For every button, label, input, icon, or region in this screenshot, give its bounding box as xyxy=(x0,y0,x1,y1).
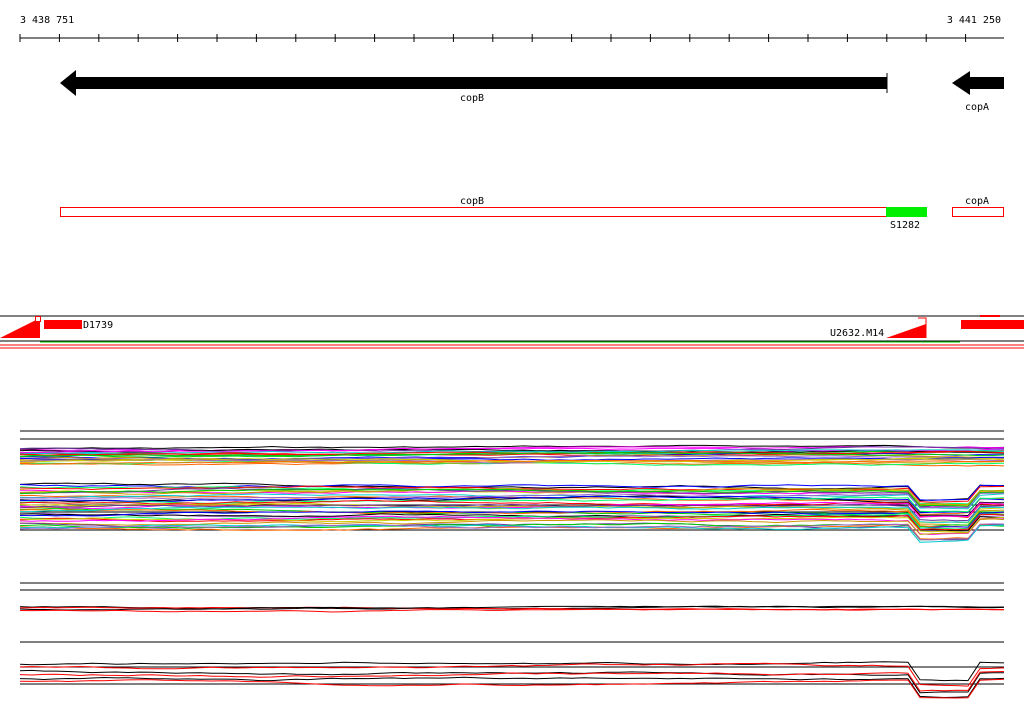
panel1-traces xyxy=(19,444,1005,543)
feature-box-d1739[interactable] xyxy=(44,320,82,329)
feature-track: D1739 U2632.M14 xyxy=(0,315,1024,349)
feature-ramp-right xyxy=(886,324,926,338)
panel2-trace xyxy=(19,661,1005,682)
coordinate-ruler: 3 438 751 3 441 250 xyxy=(19,15,1004,42)
genome-track-canvas: 3 438 751 3 441 250 copB copA copB S1282… xyxy=(0,15,1024,699)
signal-panel-summary xyxy=(19,582,1005,699)
signal-panel-multisample xyxy=(19,430,1005,543)
feature-marker-left xyxy=(35,316,41,322)
ruler-end-label: 3 441 250 xyxy=(947,15,1001,26)
probe-label-s1282: S1282 xyxy=(890,220,920,231)
feature-box-u2632[interactable] xyxy=(961,320,1024,329)
cds-box-copa[interactable] xyxy=(952,207,1004,217)
probe-box-s1282[interactable] xyxy=(886,207,927,217)
feature-label-u2632: U2632.M14 xyxy=(830,328,884,339)
cds-label-copb: copB xyxy=(460,196,484,207)
gene-arrow-copa[interactable] xyxy=(952,71,1004,95)
cds-label-copa: copA xyxy=(965,196,989,207)
panel2-trace xyxy=(19,678,1005,699)
gene-track: copB copA xyxy=(60,70,1004,113)
cds-track: copB S1282 copA xyxy=(60,196,1004,231)
ruler-start-label: 3 438 751 xyxy=(20,15,74,26)
cds-box-copb[interactable] xyxy=(60,207,887,217)
feature-ramp-left xyxy=(0,318,40,338)
feature-label-d1739: D1739 xyxy=(83,320,113,331)
gene-label-copb: copB xyxy=(460,93,484,104)
gene-label-copa: copA xyxy=(965,102,989,113)
genome-browser-view: 3 438 751 3 441 250 copB copA copB S1282… xyxy=(0,0,1024,714)
